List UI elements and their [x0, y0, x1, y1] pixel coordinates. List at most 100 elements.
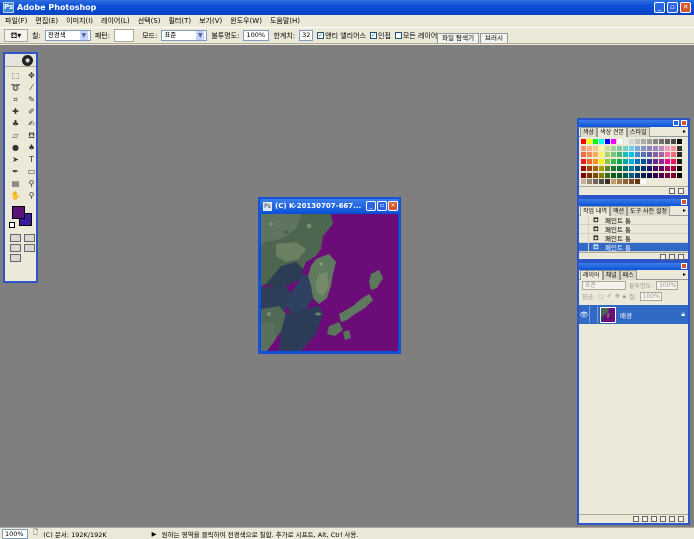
document-title-bar[interactable]: Ps (C) K-20130707-667... _ ▫ ✕ [260, 199, 399, 213]
new-layer-set-icon[interactable] [651, 516, 657, 522]
palette-menu-icon[interactable]: ▸ [683, 271, 686, 278]
palette-close-button[interactable] [681, 120, 687, 126]
palette-close-button[interactable] [681, 199, 687, 205]
fill-select[interactable]: 전경색 ▼ [44, 30, 91, 41]
menu-image[interactable]: 이미지(I) [66, 16, 93, 26]
toolbox-header[interactable]: ◉ [5, 54, 36, 67]
dodge-tool-icon[interactable]: ♠ [25, 142, 38, 153]
foreground-color-swatch[interactable] [12, 206, 25, 219]
tab-styles[interactable]: 스타일 [627, 127, 650, 137]
palette-menu-icon[interactable]: ▸ [683, 207, 686, 214]
color-swatch[interactable] [677, 165, 683, 172]
antialias-checkbox[interactable]: ✓ 앤티 앨리어스 [317, 31, 366, 41]
eraser-tool-icon[interactable]: ▱ [9, 130, 22, 141]
path-selection-icon[interactable]: ➤ [9, 154, 22, 165]
move-tool-icon[interactable]: ✥ [25, 70, 38, 81]
magic-wand-tool-icon[interactable]: ⁄ [25, 82, 38, 93]
doc-maximize-button[interactable]: ▫ [377, 201, 387, 211]
delete-swatch-icon[interactable] [678, 188, 684, 194]
history-item-current[interactable]: ⛾ 페인트 통 [579, 242, 688, 252]
blend-mode-select[interactable]: 표준 [582, 281, 626, 290]
menu-file[interactable]: 파일(F) [5, 16, 27, 26]
delete-layer-icon[interactable] [678, 516, 684, 522]
screen-mode-standard-icon[interactable] [10, 244, 21, 252]
tab-brushes[interactable]: 브러시 [480, 33, 508, 43]
standard-mode-icon[interactable] [10, 234, 21, 242]
menu-help[interactable]: 도움말(H) [270, 16, 300, 26]
play-arrow-icon[interactable]: ▶ [152, 530, 157, 538]
layer-fill-input[interactable]: 100% [639, 292, 662, 301]
healing-brush-icon[interactable]: ✚ [9, 106, 22, 117]
menu-edit[interactable]: 편집(E) [35, 16, 58, 26]
palette-title-bar[interactable] [579, 199, 688, 206]
eye-icon[interactable]: 👁︎ [579, 311, 589, 319]
add-layer-style-icon[interactable] [633, 516, 639, 522]
mode-select[interactable]: 표준 ▼ [161, 30, 208, 41]
tab-paths[interactable]: 패스 [619, 270, 637, 280]
color-swatch[interactable] [677, 179, 683, 186]
color-swatch[interactable] [677, 159, 683, 166]
lock-transparency-icon[interactable]: ▢ [598, 293, 604, 300]
menu-view[interactable]: 보기(V) [199, 16, 222, 26]
restore-button[interactable]: ▫ [667, 2, 678, 13]
menu-select[interactable]: 선택(S) [138, 16, 161, 26]
document-window[interactable]: Ps (C) K-20130707-667... _ ▫ ✕ [258, 197, 401, 354]
hand-tool-icon[interactable]: ✋ [9, 190, 22, 201]
new-document-from-state-icon[interactable] [660, 254, 666, 260]
status-info-icon[interactable]: 🗋︎ [33, 528, 38, 539]
slice-tool-icon[interactable]: ✎ [25, 94, 38, 105]
default-colors-icon[interactable] [9, 222, 15, 228]
pen-tool-icon[interactable]: ✒ [9, 166, 22, 177]
palette-title-bar[interactable] [579, 120, 688, 127]
contiguous-checkbox[interactable]: ✓ 인접 [370, 31, 391, 41]
close-button[interactable]: ✕ [680, 2, 691, 13]
all-layers-checkbox[interactable]: 모든 레이어 [394, 31, 437, 41]
doc-minimize-button[interactable]: _ [366, 201, 376, 211]
pattern-picker[interactable] [114, 29, 135, 42]
crop-tool-icon[interactable]: ⌗ [9, 94, 22, 105]
blur-tool-icon[interactable]: ● [9, 142, 22, 153]
type-tool-icon[interactable]: T [25, 154, 38, 165]
paint-bucket-preset-icon[interactable]: ⛾▾ [4, 29, 28, 42]
tab-channels[interactable]: 채널 [602, 270, 620, 280]
brush-tool-icon[interactable]: ✐ [25, 106, 38, 117]
clone-stamp-icon[interactable]: ♣ [9, 118, 22, 129]
new-adjustment-layer-icon[interactable] [660, 516, 666, 522]
palette-close-button[interactable] [681, 263, 687, 269]
tab-file-browser[interactable]: 파일 탐색기 [437, 33, 480, 43]
menu-layer[interactable]: 레이어(L) [101, 16, 130, 26]
layer-row-background[interactable]: 👁︎ 배경 🔒︎ [579, 305, 688, 324]
lock-all-icon[interactable]: 🔒︎ [623, 293, 626, 301]
palette-menu-icon[interactable]: ▸ [683, 128, 686, 135]
tab-history[interactable]: 작업 내역 [580, 206, 610, 216]
adobe-online-icon[interactable]: ◉ [22, 55, 33, 66]
menu-window[interactable]: 윈도우(W) [230, 16, 262, 26]
tab-swatches[interactable]: 색상 견본 [597, 127, 628, 137]
color-swatch[interactable] [677, 152, 683, 159]
tolerance-input[interactable]: 32 [299, 30, 314, 41]
new-layer-icon[interactable] [669, 516, 675, 522]
history-item[interactable]: ⛾ 페인트 통 [579, 224, 688, 234]
layer-opacity-input[interactable]: 100% [656, 281, 679, 290]
image-canvas[interactable] [261, 214, 398, 351]
zoom-level-input[interactable]: 100% [2, 528, 28, 539]
menu-filter[interactable]: 필터(T) [168, 16, 191, 26]
lock-image-icon[interactable]: ✐ [607, 293, 612, 300]
history-item[interactable]: ⛾ 페인트 통 [579, 233, 688, 243]
opacity-input[interactable]: 100% [243, 30, 270, 41]
color-swatch[interactable] [677, 139, 683, 145]
delete-state-icon[interactable] [678, 254, 684, 260]
color-swatch[interactable] [677, 172, 683, 179]
new-snapshot-icon[interactable] [669, 254, 675, 260]
screen-mode-full-icon[interactable] [24, 244, 35, 252]
layer-link-slot[interactable] [589, 306, 598, 323]
tab-actions[interactable]: 액션 [610, 206, 628, 216]
shape-tool-icon[interactable]: ▭ [25, 166, 38, 177]
swatch-grid[interactable] [579, 137, 688, 186]
quick-mask-mode-icon[interactable] [24, 234, 35, 242]
color-swatch[interactable] [677, 145, 683, 152]
photoshop-app-icon[interactable]: Ps [3, 2, 14, 13]
add-mask-icon[interactable] [642, 516, 648, 522]
history-item[interactable]: ⛾ 페인트 통 [579, 215, 688, 225]
paint-bucket-tool-icon[interactable]: ⛾ [25, 130, 38, 141]
